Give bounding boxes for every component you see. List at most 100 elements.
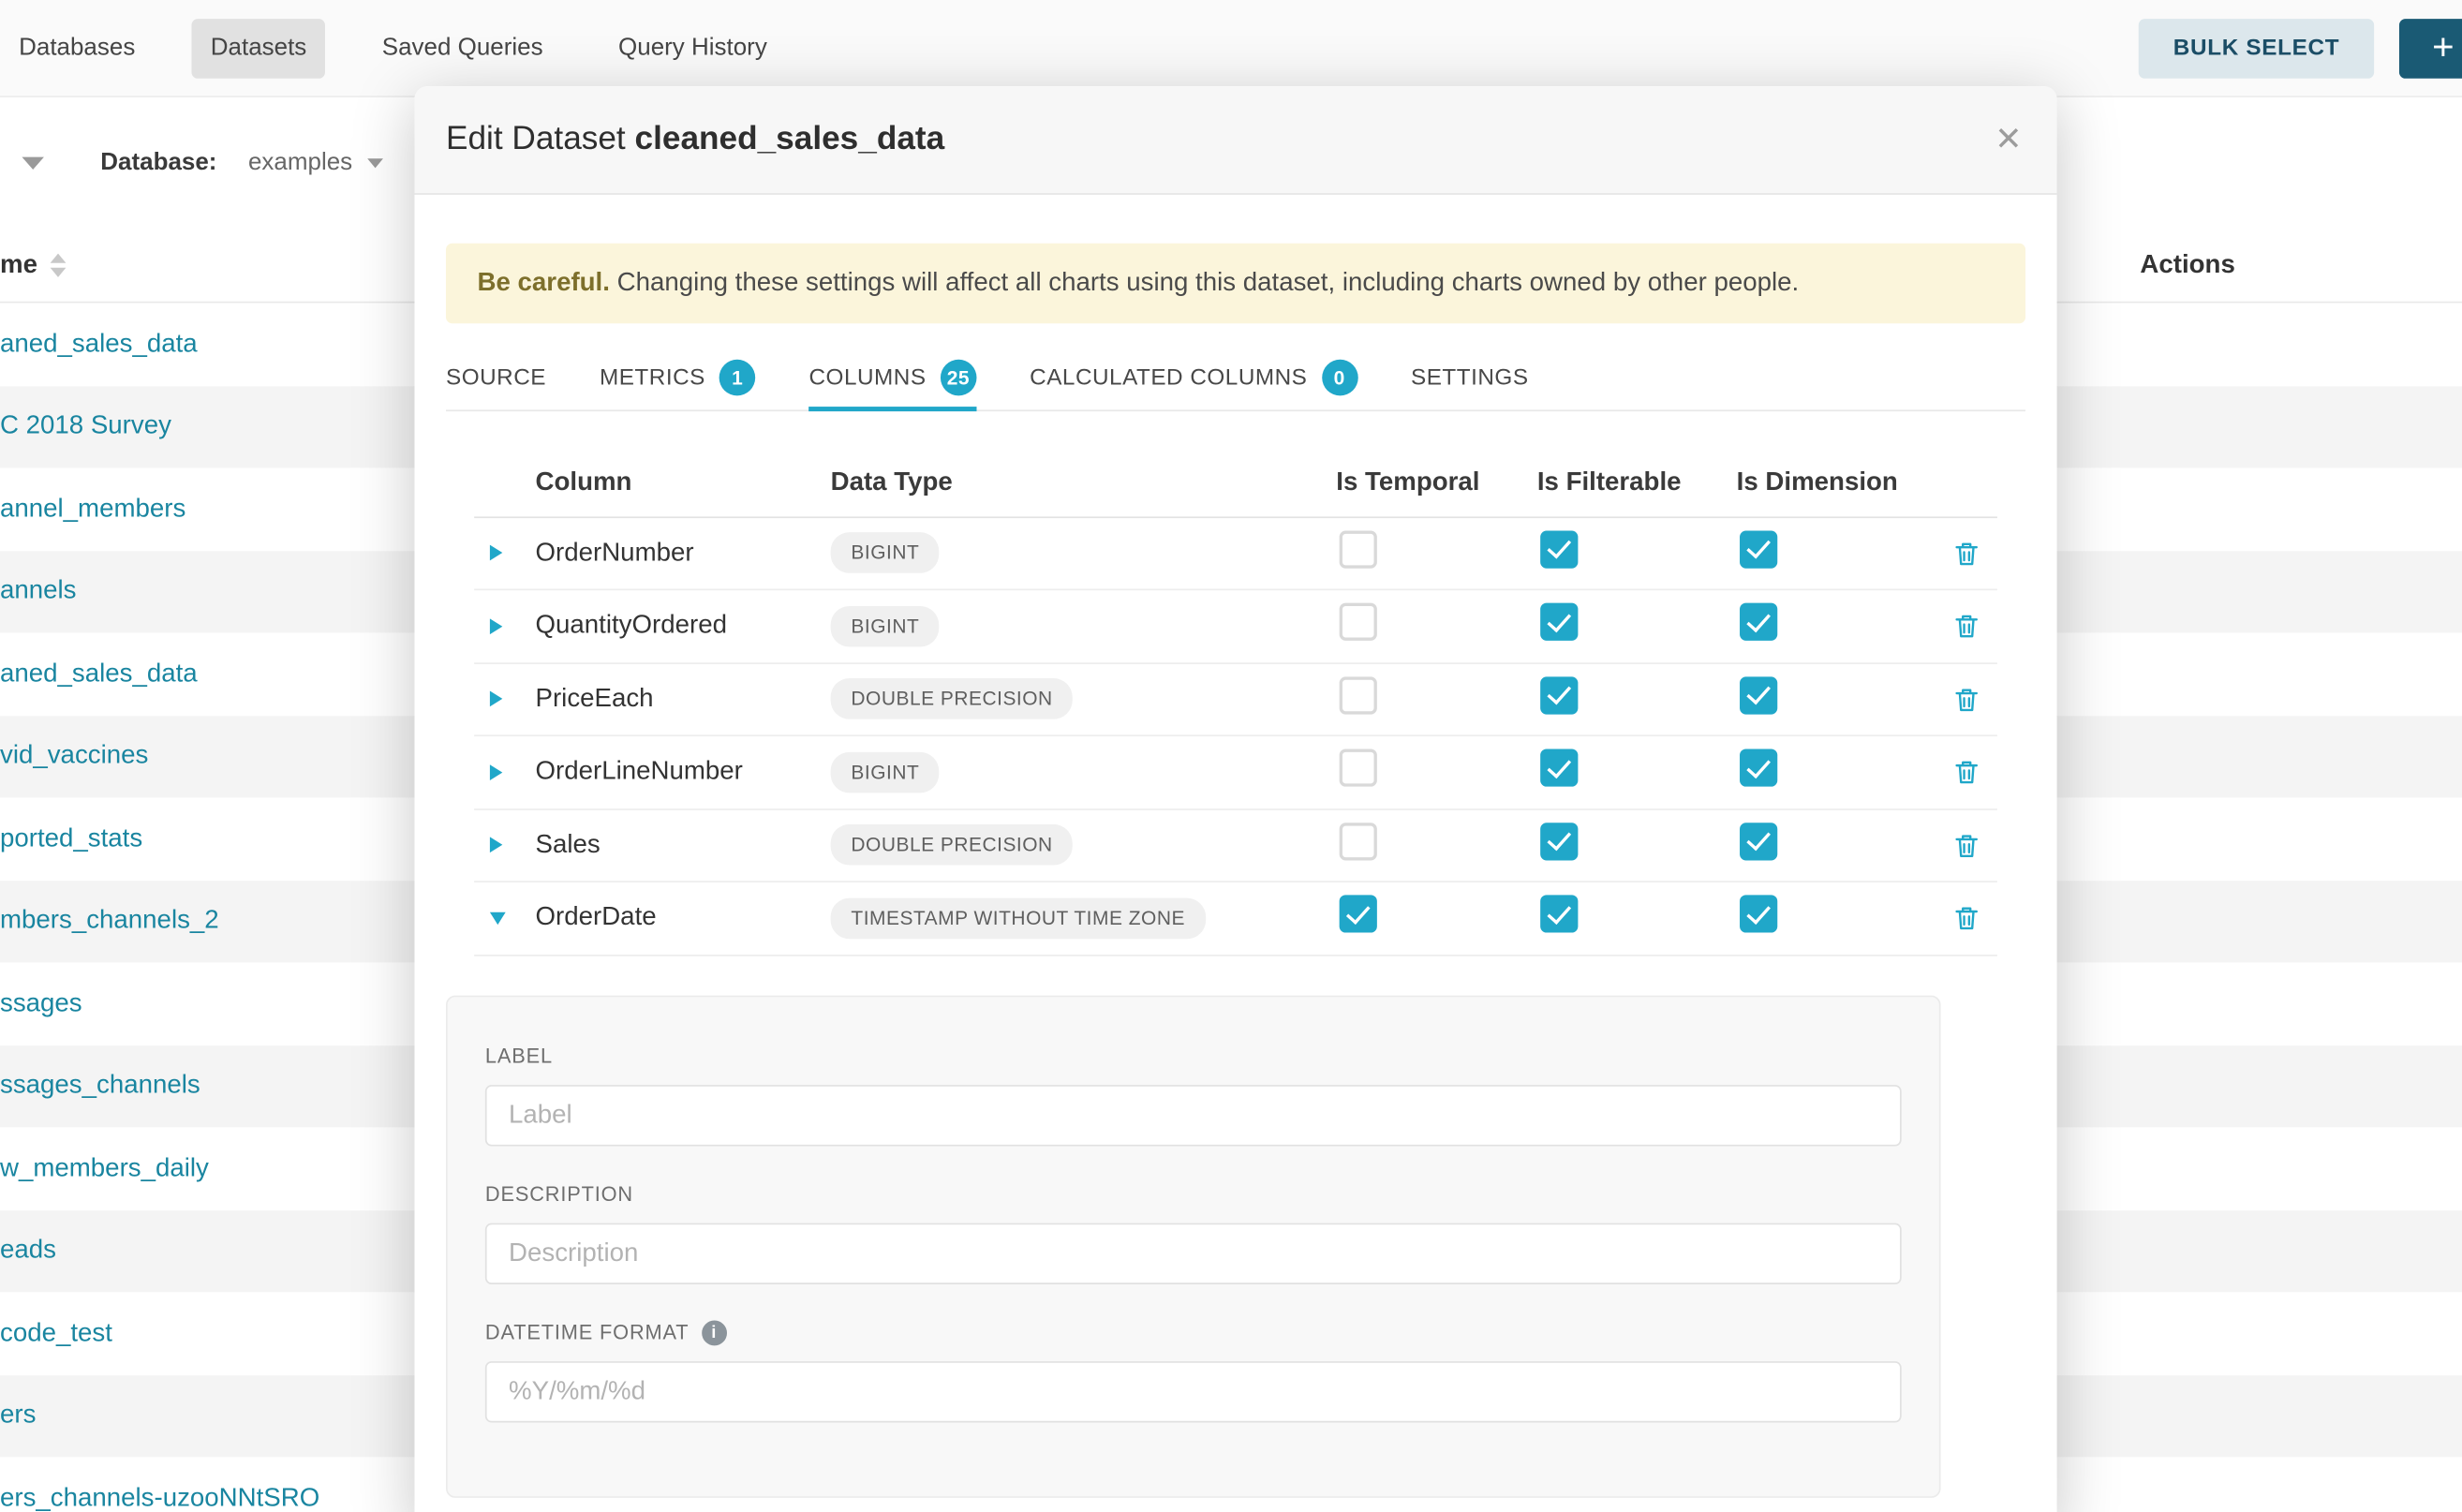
is-dimension-checkbox[interactable] — [1740, 823, 1777, 860]
dataset-link[interactable]: ssages_channels — [0, 1071, 200, 1101]
tab-label: SOURCE — [446, 365, 546, 391]
dataset-link[interactable]: mbers_channels_2 — [0, 906, 219, 936]
is-dimension-checkbox[interactable] — [1740, 749, 1777, 787]
tab-label: COLUMNS — [808, 365, 926, 391]
data-type-pill: BIGINT — [831, 606, 940, 647]
tab-calculated-columns[interactable]: CALCULATED COLUMNS 0 — [1030, 346, 1357, 410]
info-icon[interactable]: i — [702, 1320, 727, 1345]
is-temporal-checkbox[interactable] — [1340, 749, 1377, 787]
tab-source[interactable]: SOURCE — [446, 346, 546, 410]
is-dimension-header: Is Dimension — [1737, 468, 1932, 498]
dataset-link[interactable]: code_test — [0, 1318, 112, 1348]
column-row: Sales DOUBLE PRECISION — [474, 809, 1997, 882]
trash-icon — [1951, 757, 1981, 787]
description-input[interactable] — [485, 1223, 1902, 1283]
is-temporal-checkbox[interactable] — [1340, 896, 1377, 933]
modal-title-prefix: Edit Dataset — [446, 121, 626, 157]
add-dataset-button[interactable]: + — [2399, 19, 2462, 79]
is-temporal-checkbox[interactable] — [1340, 676, 1377, 714]
actions-column-header: Actions — [2140, 249, 2234, 279]
dataset-link[interactable]: ers — [0, 1401, 36, 1430]
column-header: Column — [536, 468, 831, 498]
nav-tab-datasets[interactable]: Datasets — [192, 18, 326, 78]
dataset-link[interactable]: aned_sales_data — [0, 330, 198, 360]
caret-right-icon — [490, 545, 502, 561]
plus-icon: + — [2432, 26, 2454, 68]
nav-tab-databases[interactable]: Databases — [0, 18, 154, 78]
tab-count-badge: 1 — [719, 360, 756, 396]
dataset-link[interactable]: ssages — [0, 988, 82, 1018]
label-input[interactable] — [485, 1084, 1902, 1145]
tab-label: CALCULATED COLUMNS — [1030, 365, 1307, 391]
name-column-header-label: me — [0, 249, 37, 279]
dataset-link[interactable]: annel_members — [0, 495, 185, 525]
is-dimension-checkbox[interactable] — [1740, 530, 1777, 568]
tab-metrics[interactable]: METRICS1 — [600, 346, 756, 410]
bulk-select-button[interactable]: BULK SELECT — [2139, 19, 2374, 79]
tab-label: SETTINGS — [1411, 365, 1529, 391]
dataset-link[interactable]: w_members_daily — [0, 1153, 209, 1183]
chevron-down-icon[interactable] — [22, 156, 43, 169]
is-dimension-checkbox[interactable] — [1740, 603, 1777, 641]
delete-column-button[interactable] — [1932, 611, 1997, 641]
database-filter-value: examples — [248, 148, 352, 176]
expand-toggle[interactable] — [474, 517, 535, 588]
is-filterable-checkbox[interactable] — [1540, 676, 1578, 714]
is-temporal-checkbox[interactable] — [1340, 603, 1377, 641]
columns-table-body: OrderNumber BIGINT QuantityOrdered BIGIN… — [474, 517, 1997, 956]
delete-column-button[interactable] — [1932, 757, 1997, 787]
is-filterable-checkbox[interactable] — [1540, 896, 1578, 933]
trash-icon — [1951, 903, 1981, 933]
close-icon[interactable]: ✕ — [1995, 124, 2023, 156]
datetime-format-input[interactable] — [485, 1360, 1902, 1421]
column-row: OrderDate TIMESTAMP WITHOUT TIME ZONE — [474, 882, 1997, 956]
tab-settings[interactable]: SETTINGS — [1411, 346, 1529, 410]
warning-banner: Be careful. Changing these settings will… — [446, 244, 2025, 323]
delete-column-button[interactable] — [1932, 830, 1997, 860]
dataset-link[interactable]: ers_channels-uzooNNtSRO — [0, 1483, 319, 1512]
is-temporal-checkbox[interactable] — [1340, 823, 1377, 860]
delete-column-button[interactable] — [1932, 684, 1997, 714]
name-column-header[interactable]: me — [0, 249, 66, 279]
datetime-format-label: DATETIME FORMAT — [485, 1321, 690, 1344]
expand-toggle[interactable] — [474, 663, 535, 734]
expand-toggle[interactable] — [474, 736, 535, 808]
tab-columns[interactable]: COLUMNS25 — [808, 346, 976, 410]
is-dimension-checkbox[interactable] — [1740, 896, 1777, 933]
database-filter-select[interactable]: examples — [248, 148, 384, 176]
top-nav: Databases Datasets Saved Queries Query Hist… — [0, 0, 2462, 97]
trash-icon — [1951, 830, 1981, 860]
is-filterable-checkbox[interactable] — [1540, 603, 1578, 641]
trash-icon — [1951, 684, 1981, 714]
delete-column-button[interactable] — [1932, 538, 1997, 568]
dataset-link[interactable]: ported_stats — [0, 823, 142, 853]
expand-toggle[interactable] — [474, 590, 535, 661]
column-row: PriceEach DOUBLE PRECISION — [474, 663, 1997, 736]
nav-tab-saved-queries[interactable]: Saved Queries — [363, 18, 562, 78]
description-field-label: DESCRIPTION — [485, 1181, 1902, 1207]
is-filterable-checkbox[interactable] — [1540, 823, 1578, 860]
collapse-toggle[interactable] — [474, 882, 535, 954]
dataset-link[interactable]: eads — [0, 1236, 56, 1266]
is-filterable-checkbox[interactable] — [1540, 749, 1578, 787]
dataset-link[interactable]: vid_vaccines — [0, 742, 148, 772]
expand-toggle[interactable] — [474, 809, 535, 881]
dataset-link[interactable]: aned_sales_data — [0, 660, 198, 689]
caret-right-icon — [490, 691, 502, 707]
dataset-link[interactable]: annels — [0, 577, 76, 607]
column-name: OrderLineNumber — [536, 757, 831, 787]
tab-count-badge: 0 — [1321, 360, 1357, 396]
data-type-pill: BIGINT — [831, 533, 940, 574]
data-type-pill: TIMESTAMP WITHOUT TIME ZONE — [831, 897, 1206, 939]
nav-tab-query-history[interactable]: Query History — [600, 18, 786, 78]
is-dimension-checkbox[interactable] — [1740, 676, 1777, 714]
is-filterable-header: Is Filterable — [1537, 468, 1737, 498]
delete-column-button[interactable] — [1932, 903, 1997, 933]
dataset-link[interactable]: C 2018 Survey — [0, 412, 171, 442]
caret-down-icon — [490, 912, 506, 924]
warning-banner-text: Changing these settings will affect all … — [610, 269, 1799, 297]
is-filterable-checkbox[interactable] — [1540, 530, 1578, 568]
trash-icon — [1951, 538, 1981, 568]
is-temporal-checkbox[interactable] — [1340, 530, 1377, 568]
modal-title-dataset-name: cleaned_sales_data — [635, 121, 945, 157]
